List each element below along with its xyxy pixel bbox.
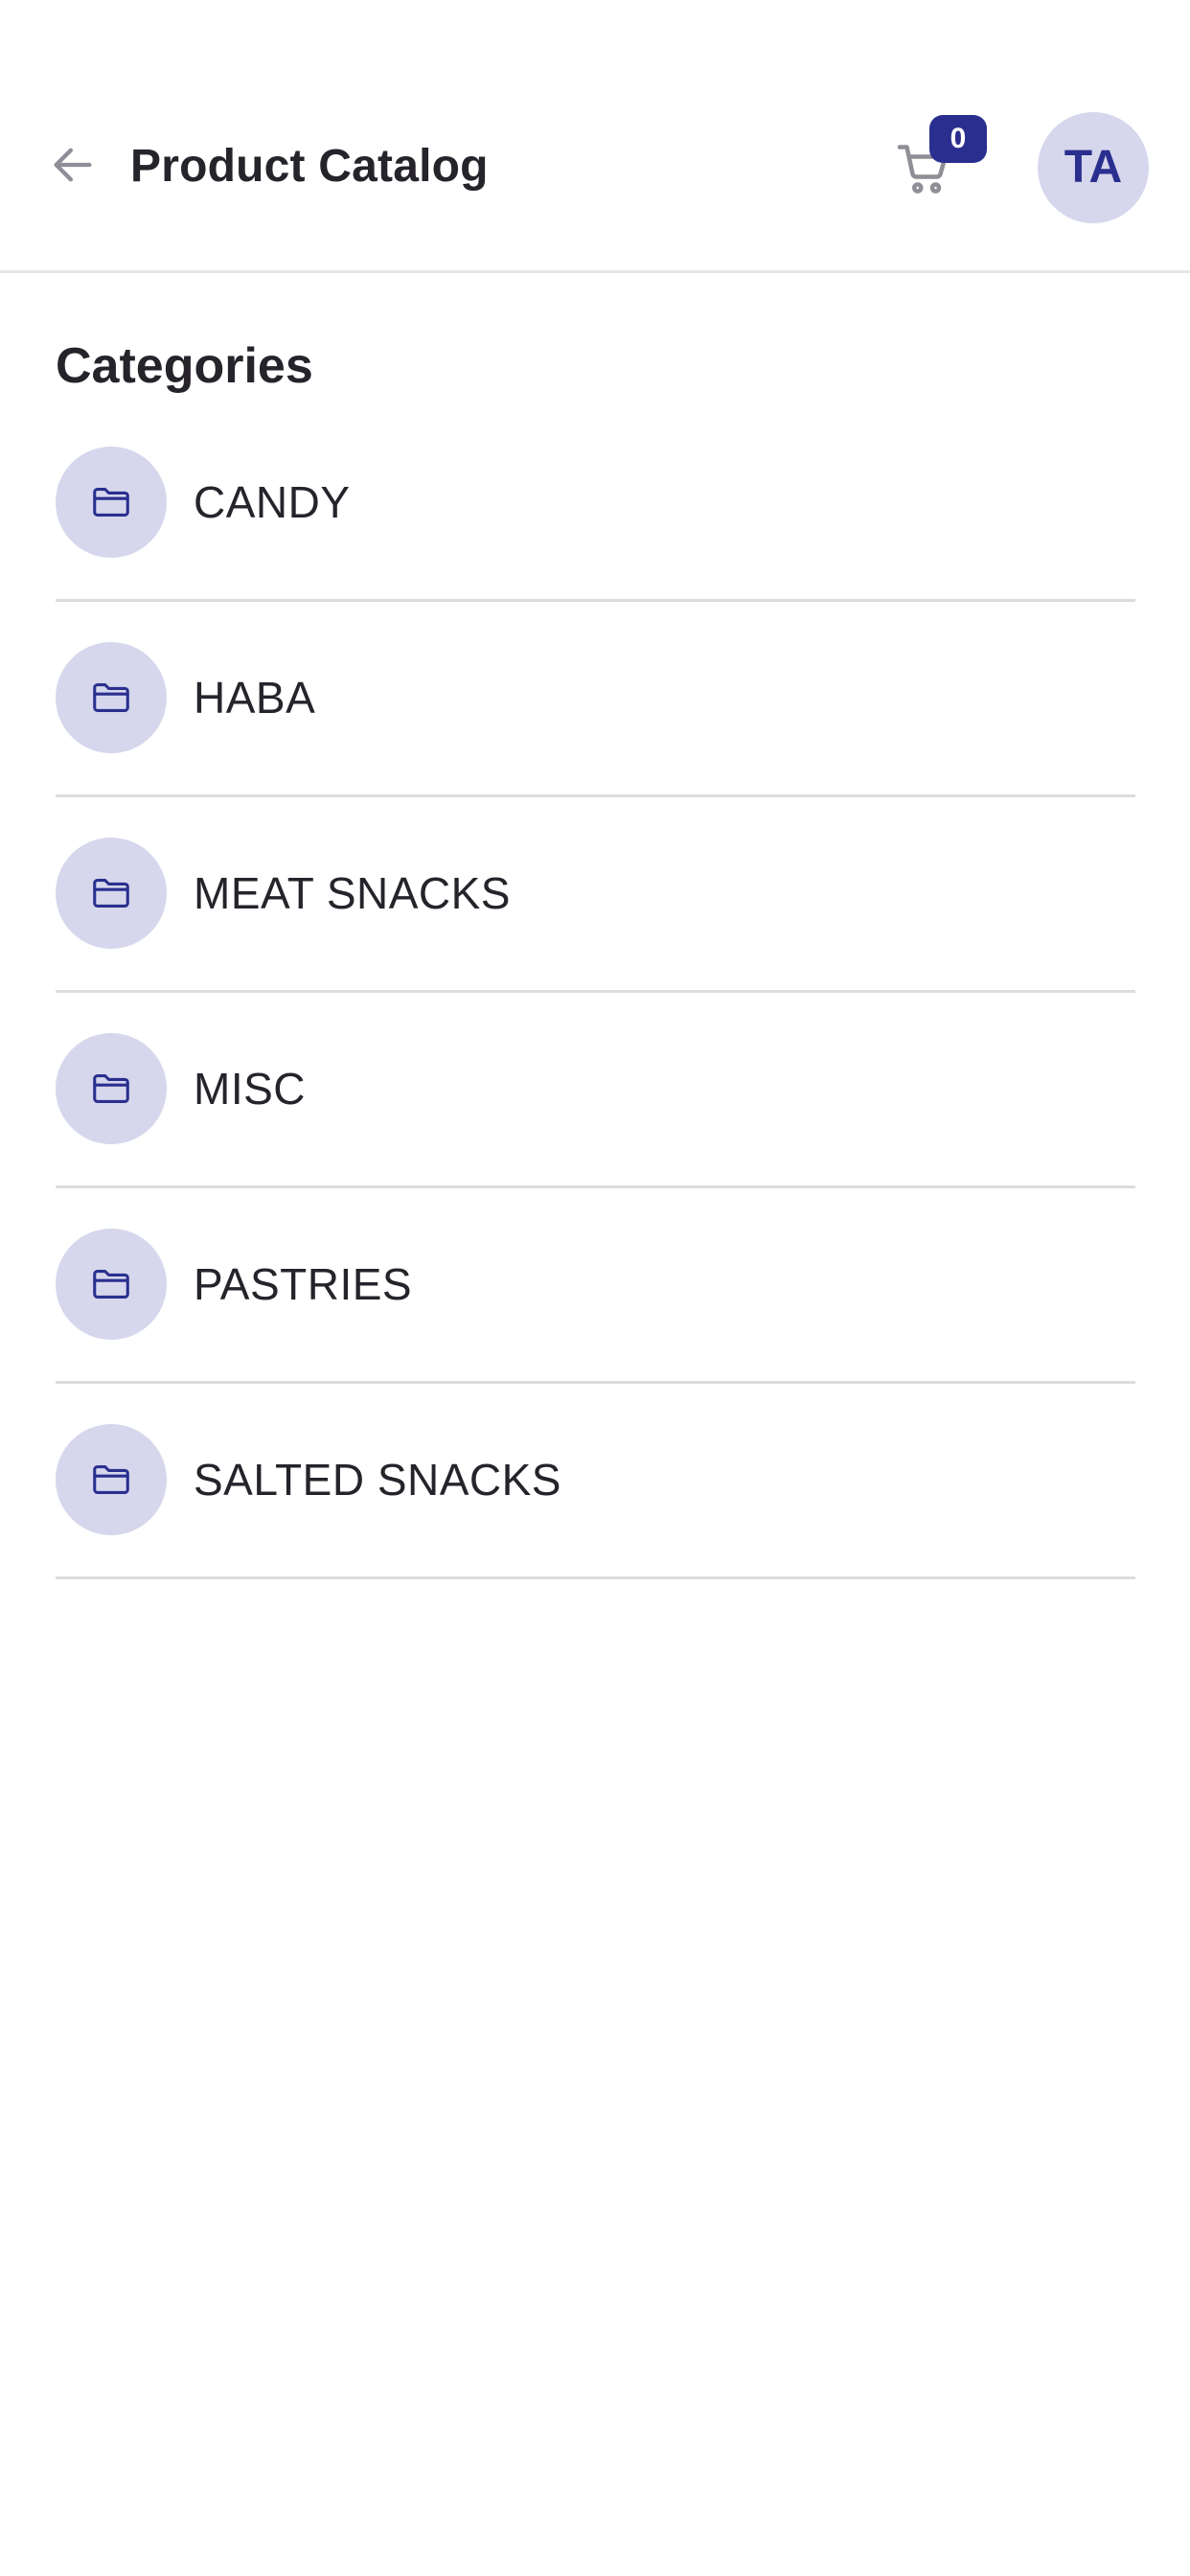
category-list: CANDY HABA MEAT SNACKS MISC PASTRIES SAL…: [56, 406, 1135, 1579]
folder-icon: [93, 683, 129, 712]
category-icon-badge: [56, 447, 167, 558]
category-label: SALTED SNACKS: [194, 1455, 561, 1505]
category-item-pastries[interactable]: PASTRIES: [56, 1188, 1135, 1384]
category-icon-badge: [56, 642, 167, 753]
category-label: CANDY: [194, 477, 351, 527]
user-avatar[interactable]: TA: [1038, 112, 1149, 223]
category-item-misc[interactable]: MISC: [56, 993, 1135, 1188]
category-label: HABA: [194, 673, 316, 723]
app-header: Product Catalog 0 TA: [0, 0, 1190, 273]
category-label: PASTRIES: [194, 1259, 413, 1309]
categories-heading: Categories: [56, 338, 313, 394]
category-label: MISC: [194, 1064, 306, 1114]
category-item-candy[interactable]: CANDY: [56, 406, 1135, 602]
back-button[interactable]: [44, 136, 102, 194]
category-item-meat-snacks[interactable]: MEAT SNACKS: [56, 797, 1135, 993]
cart-count-badge: 0: [929, 115, 987, 163]
arrow-left-icon: [54, 148, 92, 182]
folder-icon: [93, 1465, 129, 1494]
category-label: MEAT SNACKS: [194, 868, 511, 918]
folder-icon: [93, 879, 129, 908]
category-item-haba[interactable]: HABA: [56, 602, 1135, 797]
folder-icon: [93, 1074, 129, 1103]
category-icon-badge: [56, 838, 167, 949]
category-icon-badge: [56, 1033, 167, 1144]
folder-icon: [93, 1270, 129, 1299]
page-title: Product Catalog: [130, 141, 489, 192]
category-item-salted-snacks[interactable]: SALTED SNACKS: [56, 1384, 1135, 1579]
folder-icon: [93, 488, 129, 517]
category-icon-badge: [56, 1424, 167, 1535]
category-icon-badge: [56, 1229, 167, 1340]
cart-button[interactable]: 0: [891, 115, 987, 201]
